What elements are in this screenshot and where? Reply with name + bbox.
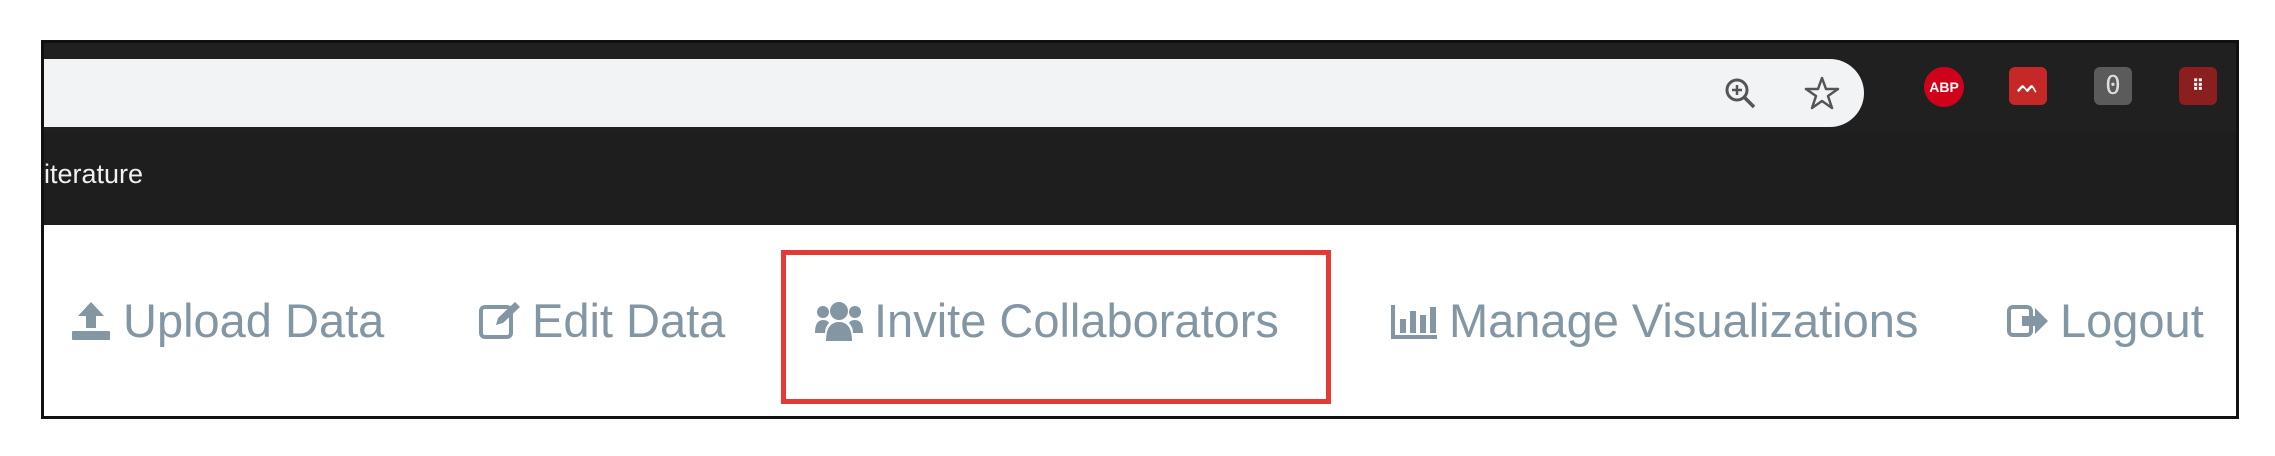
nav-manage-visualizations-label: Manage Visualizations [1449,294,1919,347]
zoom-icon[interactable] [1722,75,1758,111]
bookmark-star-icon[interactable] [1804,75,1840,111]
nav-edit-data[interactable]: Edit Data [478,225,725,416]
bar-chart-icon [1389,299,1439,343]
adblock-extension-icon[interactable]: ABP [1924,67,1964,107]
bookmark-bar: iterature [44,133,2236,227]
address-bar[interactable] [44,59,1864,127]
nav-edit-data-label: Edit Data [532,294,726,347]
edit-icon [478,299,522,343]
bookmark-item[interactable]: iterature [44,159,143,190]
upload-icon [69,299,113,343]
pixel-extension-icon[interactable]: ⠿ [2179,67,2217,105]
site-nav: Upload Data Edit Data Invite Collaborato… [44,225,2236,416]
counter-extension-icon[interactable]: 0 [2094,67,2132,105]
red-extension-icon[interactable]: ᨓ [2009,67,2047,105]
screenshot-frame: ABP ᨓ 0 ⠿ iterature Upload Data Edit Dat… [41,40,2239,419]
nav-logout-label: Logout [2060,294,2204,347]
browser-toolbar: ABP ᨓ 0 ⠿ [44,43,2236,133]
nav-manage-visualizations[interactable]: Manage Visualizations [1389,225,1918,416]
nav-upload-data-label: Upload Data [123,294,385,347]
logout-icon [2006,299,2050,343]
highlight-box [781,250,1331,404]
nav-logout[interactable]: Logout [2006,225,2204,416]
nav-upload-data[interactable]: Upload Data [69,225,384,416]
